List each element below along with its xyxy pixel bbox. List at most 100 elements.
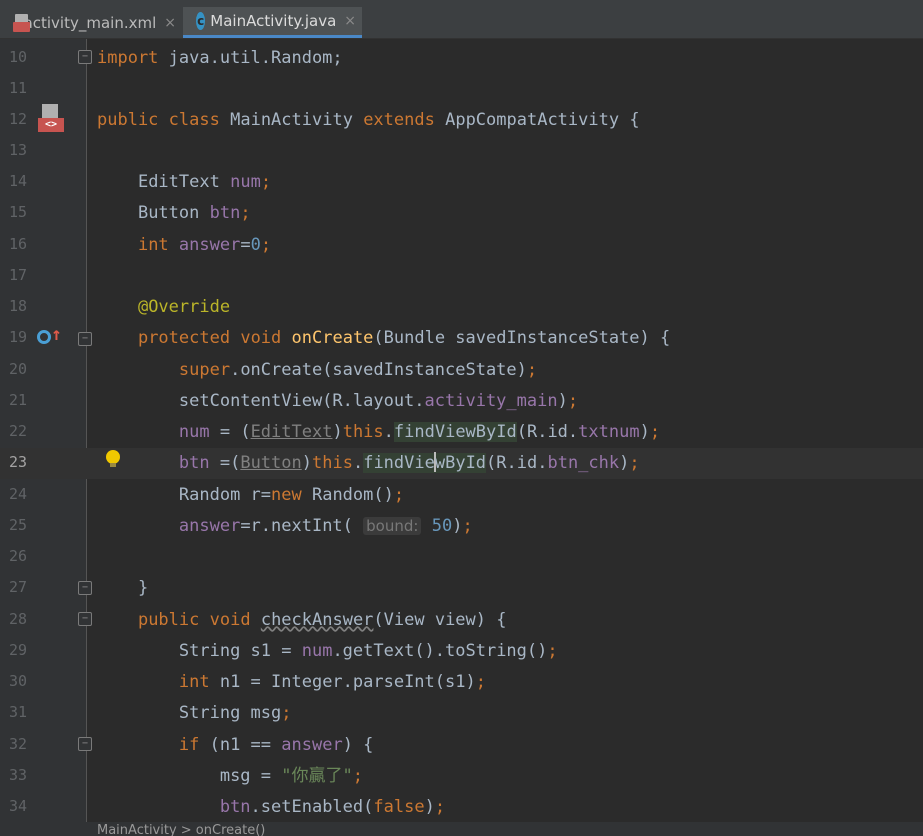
close-icon[interactable]: × [344,13,356,29]
layout-icon[interactable]: <> [36,104,66,134]
code-line[interactable]: 16 int answer=0; [0,230,923,261]
code-text: = [240,235,251,255]
code-text: .setEnabled( [250,797,374,817]
keyword: void [209,610,251,630]
code-line[interactable]: 32 if (n1 == answer) { [0,730,923,761]
code-text: msg = [219,766,282,786]
code-line[interactable]: 24 Random r=new Random(); [0,480,923,511]
field-name: btn [178,453,210,473]
code-text: .getText().toString() [332,641,548,661]
code-line[interactable]: 29 String s1 = num.getText().toString(); [0,636,923,667]
code-line[interactable]: 27 } [0,573,923,604]
keyword: import [97,48,159,68]
code-text: =( [209,453,241,473]
code-text: (R.id. [486,453,548,473]
fold-marker-icon[interactable]: − [78,50,92,64]
breadcrumb[interactable]: MainActivity > onCreate() [0,822,923,836]
code-line[interactable]: 25 answer=r.nextInt( bound: 50); [0,511,923,542]
parent-class: AppCompatActivity [445,110,620,130]
editor-tab-bar: activity_main.xml × c MainActivity.java … [0,0,923,39]
line-number: 33 [8,766,27,784]
field-name: num [230,172,261,192]
fold-marker-icon[interactable]: − [78,737,92,751]
code-line[interactable]: 28 public void checkAnswer(View view) { [0,605,923,636]
code-text: (View view) { [373,610,507,630]
code-text: =r.nextInt( [240,516,353,536]
tab-main-activity-java[interactable]: c MainActivity.java × [183,7,362,38]
semicolon: ; [260,235,272,255]
keyword: void [240,328,282,348]
lightbulb-icon[interactable] [106,450,120,467]
code-line[interactable]: 15 Button btn; [0,198,923,229]
method-call-highlight: findViewById [393,422,517,442]
field-name: activity_main [424,391,558,411]
code-text: ) [452,516,463,536]
fold-end-icon[interactable]: − [78,581,92,595]
code-text: = ( [209,422,251,442]
keyword: protected [137,328,231,348]
keyword: public [97,110,159,130]
code-text: ) [639,422,650,442]
semicolon: ; [281,703,292,723]
keyword: new [271,485,302,505]
semicolon: ; [567,391,579,411]
close-icon[interactable]: × [164,15,176,31]
code-text: setContentView(R.layout. [178,391,425,411]
annotation: @Override [137,297,231,317]
code-line[interactable]: 20 super.onCreate(savedInstanceState); [0,355,923,386]
code-text: (n1 == [199,735,282,755]
code-line[interactable]: 17 [0,261,923,292]
semicolon: ; [352,766,363,786]
code-line[interactable]: 30 int n1 = Integer.parseInt(s1); [0,667,923,698]
line-number: 23 [8,453,27,471]
class-name: MainActivity [230,110,353,130]
type-name: Button [137,203,200,223]
code-text: java.util.Random; [158,48,343,68]
line-number: 29 [8,641,27,659]
line-number: 26 [8,547,27,565]
code-line[interactable]: 26 [0,542,923,573]
code-line[interactable]: 22 num = (EditText)this.findViewById(R.i… [0,417,923,448]
code-text: . [383,422,394,442]
tab-activity-main-xml[interactable]: activity_main.xml × [0,7,182,38]
fold-marker-icon[interactable]: − [78,612,92,626]
code-text: ) [619,453,630,473]
code-text: . [352,453,364,473]
code-line[interactable]: 10 import java.util.Random; [0,43,923,74]
code-line[interactable]: 14 EditText num; [0,167,923,198]
code-text: n1 = Integer.parseInt(s1) [209,672,476,692]
keyword: this [312,453,353,473]
code-line[interactable]: 12 public class MainActivity extends App… [0,105,923,136]
field-name: txtnum [578,422,640,442]
code-line[interactable]: 31 String msg; [0,698,923,729]
field-name: answer [178,235,241,255]
current-code-line[interactable]: 23 btn =(Button)this.findViewById(R.id.b… [0,448,923,479]
line-number: 31 [8,703,27,721]
code-text: Random r= [178,485,272,505]
line-number: 30 [8,672,27,690]
code-line[interactable]: 19 protected void onCreate(Bundle savedI… [0,323,923,354]
code-text: (Bundle savedInstanceState) { [373,328,671,348]
code-line[interactable]: 33 msg = "你贏了"; [0,761,923,792]
code-line[interactable]: 18 @Override [0,292,923,323]
line-number: 15 [8,203,27,221]
override-icon[interactable] [37,330,51,344]
code-text: findVie [363,453,435,473]
fold-marker-icon[interactable]: − [78,332,92,346]
code-text: .onCreate(savedInstanceState) [230,360,527,380]
code-line[interactable]: 34 btn.setEnabled(false); [0,792,923,823]
method-name: checkAnswer [260,610,374,630]
arrow-up-icon[interactable]: ↑ [51,324,62,345]
code-line[interactable]: 11 [0,74,923,105]
code-line[interactable]: 13 [0,136,923,167]
parameter-hint: bound: [363,517,422,535]
code-line[interactable]: 21 setContentView(R.layout.activity_main… [0,386,923,417]
line-number: 27 [8,578,27,596]
semicolon: ; [240,203,251,223]
code-text: String s1 = [178,641,302,661]
line-number: 34 [8,797,27,815]
string-literal: "你贏了" [281,766,353,786]
line-number: 22 [8,422,27,440]
line-number: 14 [8,172,27,190]
code-text: } [137,578,149,598]
